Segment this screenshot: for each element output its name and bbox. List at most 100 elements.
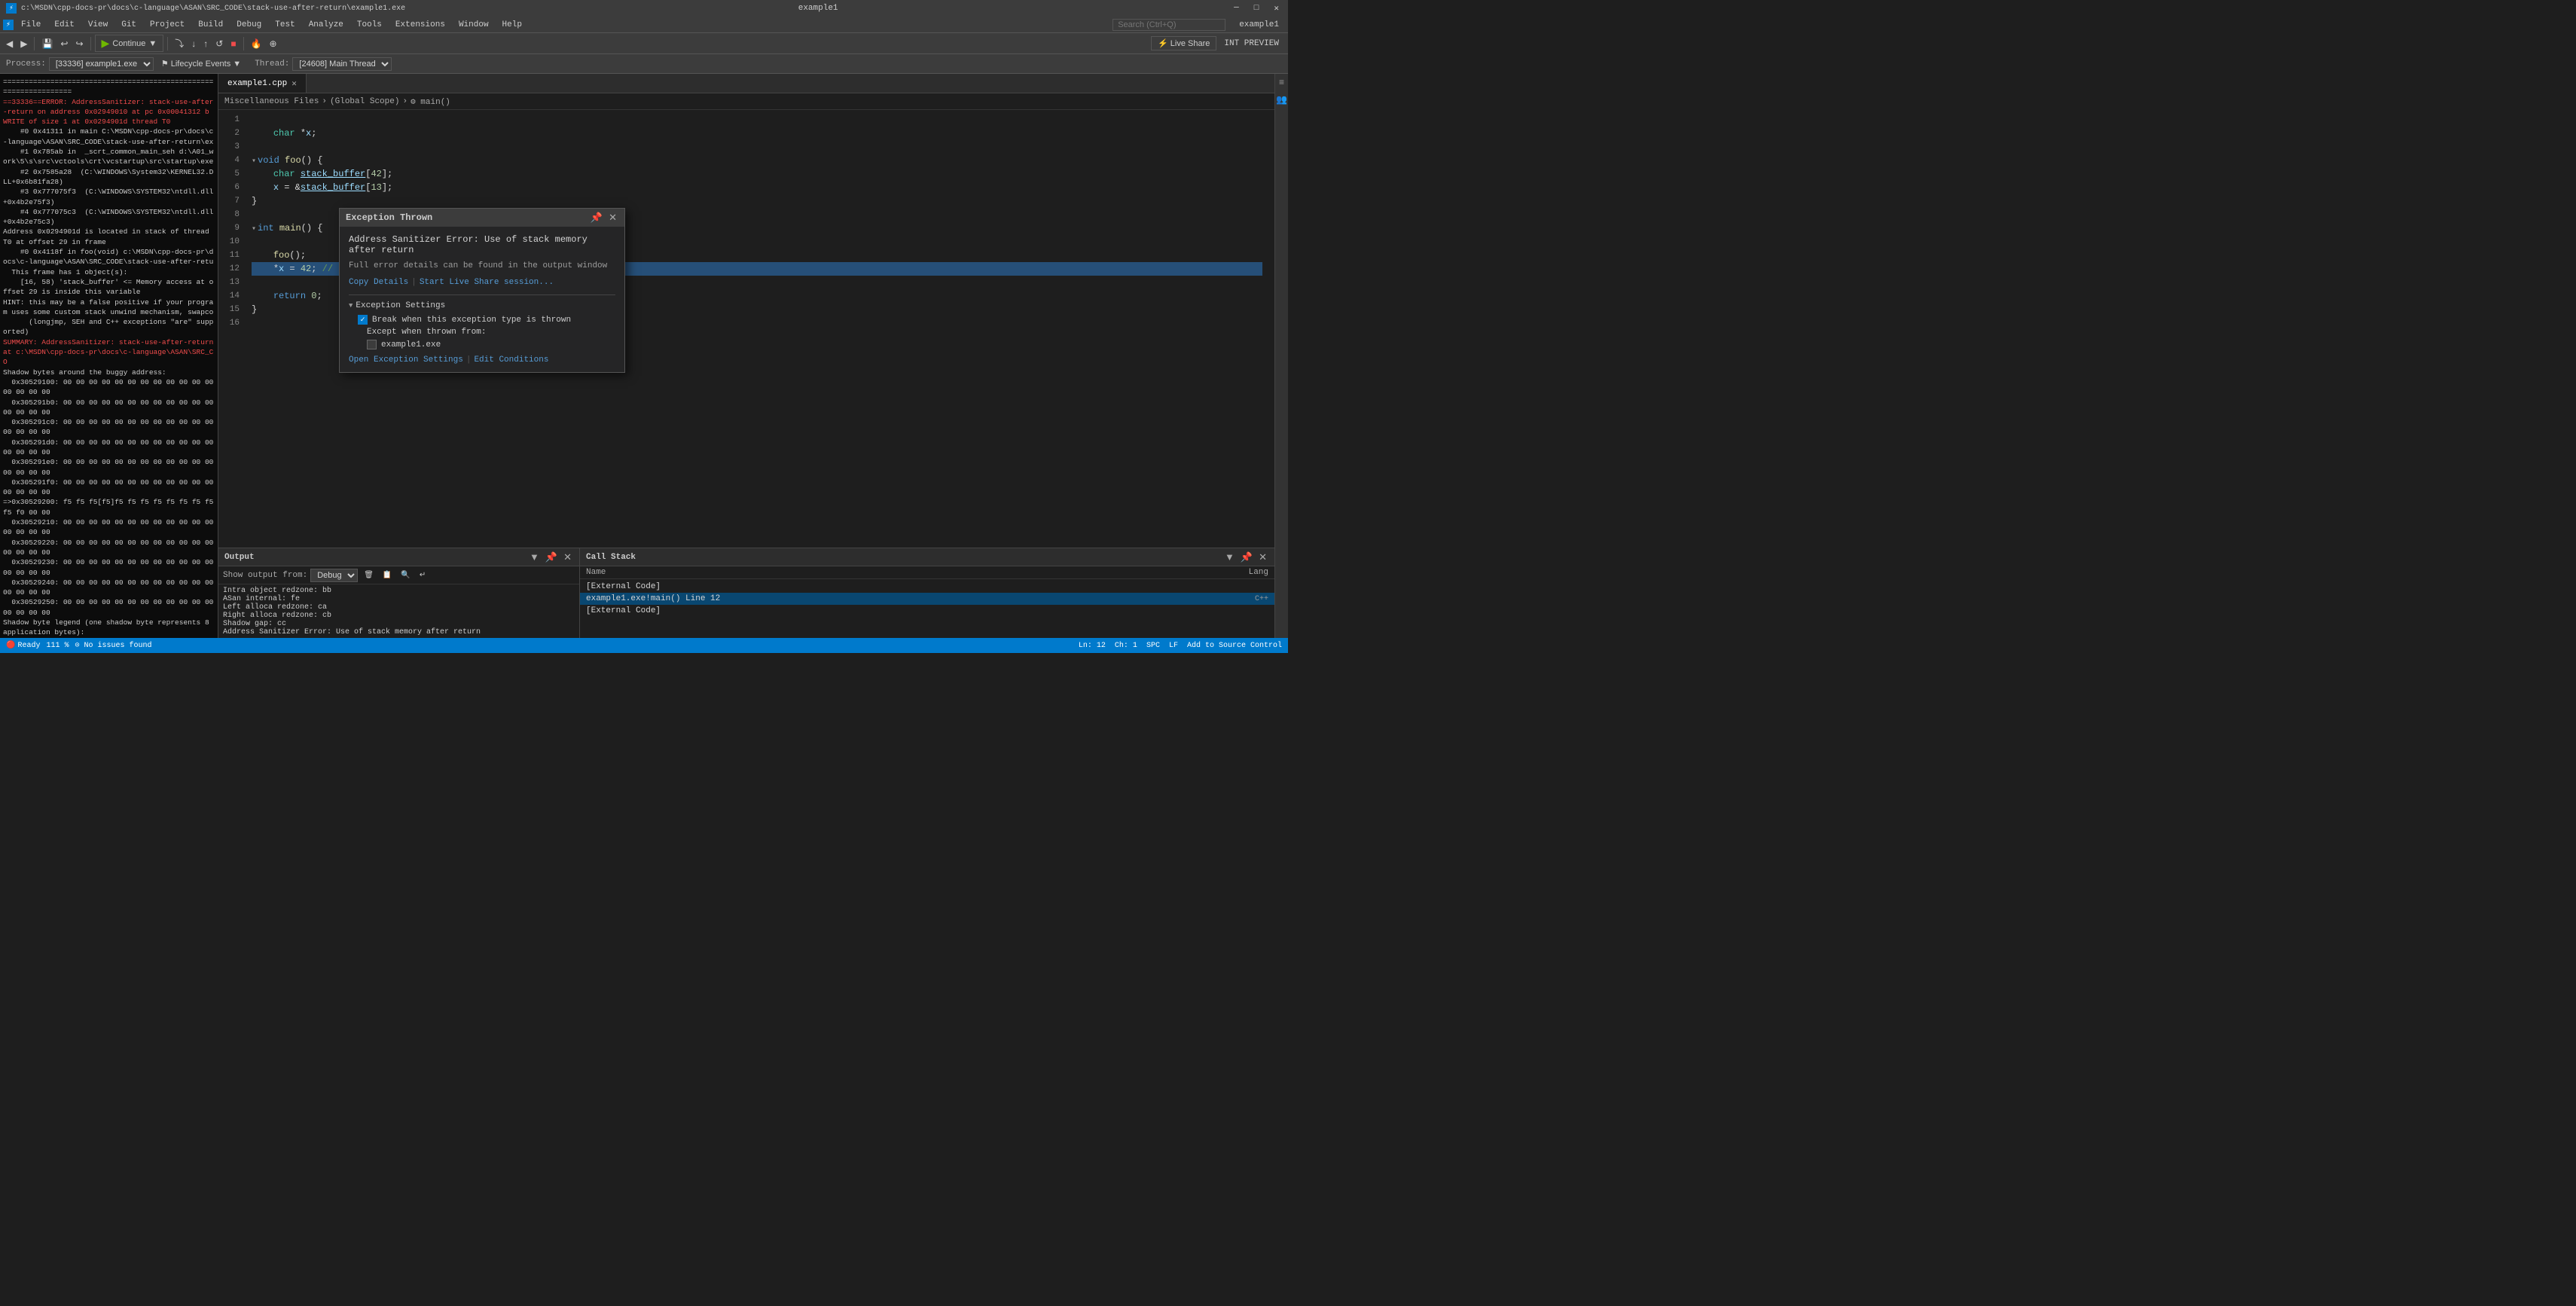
terminal-line: 0x305291d0: 00 00 00 00 00 00 00 00 00 0… [3, 438, 215, 458]
exception-footer-links: Open Exception Settings | Edit Condition… [349, 355, 615, 365]
menu-debug[interactable]: Debug [230, 19, 267, 31]
status-bar: 🔴 Ready 111 % ⊙ No issues found Ln: 12 C… [0, 638, 1288, 653]
menu-build[interactable]: Build [192, 19, 229, 31]
menu-tools[interactable]: Tools [351, 19, 388, 31]
output-line: Intra object redzone: bb [223, 587, 575, 595]
output-find-button[interactable]: 🔍 [398, 569, 413, 581]
menu-file[interactable]: File [15, 19, 47, 31]
callstack-dropdown-button[interactable]: ▼ [1223, 551, 1236, 563]
exe-label: example1.exe [381, 340, 441, 349]
continue-button[interactable]: ▶ Continue ▼ [95, 35, 164, 52]
callstack-row[interactable]: example1.exe!main() Line 12C++ [580, 593, 1274, 605]
code-line-4: ▾void foo() { [252, 154, 1262, 167]
save-button[interactable]: 💾 [38, 37, 56, 50]
break-checkbox-row: ✓ Break when this exception type is thro… [358, 315, 615, 325]
code-line-3 [252, 140, 1262, 154]
main-area: ========================================… [0, 74, 1288, 638]
back-button[interactable]: ◀ [3, 37, 16, 50]
callstack-content: [External Code]example1.exe!main() Line … [580, 579, 1274, 638]
footer-link-separator: | [466, 355, 472, 365]
menu-project[interactable]: Project [144, 19, 191, 31]
callstack-row[interactable]: [External Code] [580, 581, 1274, 593]
output-pin-button[interactable]: 📌 [544, 551, 559, 563]
menu-window[interactable]: Window [453, 19, 495, 31]
live-share-link[interactable]: Start Live Share session... [420, 278, 554, 287]
menu-analyze[interactable]: Analyze [303, 19, 349, 31]
maximize-button[interactable]: □ [1251, 4, 1262, 13]
output-copy-button[interactable]: 📋 [380, 569, 395, 581]
exception-title-icons: 📌 ✕ [589, 212, 618, 224]
restart-button[interactable]: ↺ [212, 37, 226, 50]
menu-help[interactable]: Help [496, 19, 528, 31]
menu-extensions[interactable]: Extensions [389, 19, 451, 31]
breakpoints-button[interactable]: ⊕ [267, 37, 280, 50]
open-exception-settings-link[interactable]: Open Exception Settings [349, 355, 463, 365]
stop-button[interactable]: ■ [227, 37, 239, 50]
line-numbers: 1 2 3 4 5 6 7 8 9 10 11 12 13 14 15 16 [218, 110, 246, 548]
exception-title: Exception Thrown [346, 212, 432, 223]
output-panel: Output ▼ 📌 ✕ Show output from: Debug 🗑 📋… [218, 548, 580, 638]
separator-4 [243, 37, 244, 50]
title-bar-left: ⚡ c:\MSDN\cpp-docs-pr\docs\c-language\AS… [6, 3, 405, 14]
terminal-line: #1 0x785ab in _scrt_common_main_seh d:\A… [3, 147, 215, 167]
forward-button[interactable]: ▶ [17, 37, 30, 50]
separator-1 [34, 37, 35, 50]
editor-content: 1 2 3 4 5 6 7 8 9 10 11 12 13 14 15 16 c… [218, 110, 1274, 548]
output-clear-button[interactable]: 🗑 [361, 569, 377, 581]
step-out-button[interactable]: ↑ [200, 37, 211, 50]
output-wrap-button[interactable]: ↵ [417, 569, 429, 581]
status-zoom[interactable]: 111 % [46, 642, 69, 650]
code-line-2: char *x; [252, 127, 1262, 140]
output-line: Left alloca redzone: ca [223, 603, 575, 612]
vertical-scrollbar[interactable] [1268, 110, 1274, 548]
status-no-issues[interactable]: ⊙ No issues found [75, 641, 151, 650]
triangle-icon: ▼ [349, 302, 353, 310]
add-to-source-control[interactable]: Add to Source Control [1187, 642, 1282, 650]
menu-test[interactable]: Test [269, 19, 301, 31]
solution-explorer-icon[interactable]: ≡ [1276, 77, 1288, 89]
output-close-button[interactable]: ✕ [562, 551, 573, 563]
tab-close-icon[interactable]: ✕ [291, 78, 297, 89]
break-checkbox[interactable]: ✓ [358, 315, 368, 325]
status-left: 🔴 Ready 111 % ⊙ No issues found [6, 641, 152, 650]
output-source-select[interactable]: Debug [310, 569, 358, 582]
hot-reload-button[interactable]: 🔥 [248, 37, 265, 50]
exception-main-text: Address Sanitizer Error: Use of stack me… [349, 234, 615, 255]
step-over-button[interactable]: ⤵ [172, 35, 187, 51]
edit-conditions-link[interactable]: Edit Conditions [474, 355, 548, 365]
thread-select[interactable]: [24608] Main Thread [292, 57, 392, 71]
pin-button[interactable]: 📌 [589, 212, 604, 224]
status-line: Ln: 12 [1079, 642, 1106, 650]
search-input[interactable] [1113, 19, 1225, 31]
terminal-line: (longjmp, SEH and C++ exceptions "are" s… [3, 317, 215, 337]
redo-button[interactable]: ↪ [72, 37, 86, 50]
callstack-row-name: [External Code] [586, 582, 1240, 591]
terminal-line: #0 0x41311 in main C:\MSDN\cpp-docs-pr\d… [3, 127, 215, 147]
terminal-line: 0x30529220: 00 00 00 00 00 00 00 00 00 0… [3, 538, 215, 558]
menu-git[interactable]: Git [115, 19, 142, 31]
live-share-button[interactable]: ⚡ Live Share [1151, 36, 1216, 50]
copy-details-link[interactable]: Copy Details [349, 278, 408, 287]
terminal-line: ==33336==ERROR: AddressSanitizer: stack-… [3, 97, 215, 117]
breadcrumb-scope[interactable]: Miscellaneous Files [224, 97, 319, 106]
menu-edit[interactable]: Edit [48, 19, 80, 31]
window-title-menu: example1 [1233, 19, 1285, 31]
lifecycle-button[interactable]: ⚑ Lifecycle Events ▼ [157, 58, 246, 69]
process-select[interactable]: [33336] example1.exe [49, 57, 154, 71]
callstack-close-button[interactable]: ✕ [1257, 551, 1268, 563]
callstack-pin-button[interactable]: 📌 [1239, 551, 1254, 563]
tab-example1-cpp[interactable]: example1.cpp ✕ [218, 74, 307, 93]
undo-button[interactable]: ↩ [57, 37, 71, 50]
breadcrumb-global[interactable]: (Global Scope) [330, 97, 399, 106]
step-into-button[interactable]: ↓ [188, 37, 199, 50]
close-button[interactable]: ✕ [1271, 3, 1282, 14]
team-explorer-icon[interactable]: 👥 [1276, 93, 1288, 105]
exe-checkbox[interactable] [367, 340, 377, 349]
menu-view[interactable]: View [82, 19, 114, 31]
minimize-button[interactable]: ─ [1231, 4, 1242, 13]
exception-close-button[interactable]: ✕ [607, 212, 618, 224]
callstack-row[interactable]: [External Code] [580, 605, 1274, 617]
bottom-area: Output ▼ 📌 ✕ Show output from: Debug 🗑 📋… [218, 548, 1274, 638]
terminal-line: 0x305291e0: 00 00 00 00 00 00 00 00 00 0… [3, 457, 215, 478]
output-dropdown-button[interactable]: ▼ [528, 551, 541, 563]
